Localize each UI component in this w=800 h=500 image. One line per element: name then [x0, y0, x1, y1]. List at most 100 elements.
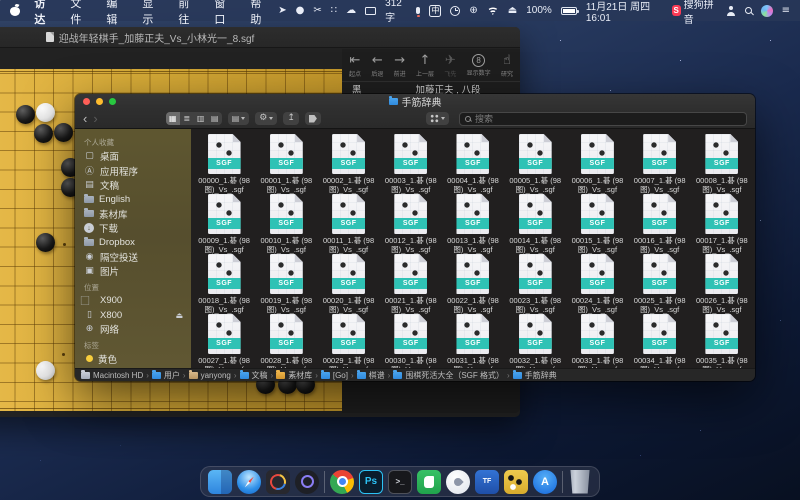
path-item-6[interactable]: 棋谱 [357, 370, 385, 381]
menu-item-0[interactable]: 访达 [34, 0, 54, 27]
column-view-button[interactable]: ▥ [194, 112, 208, 125]
file-item[interactable]: SGF00010_1.碁 (98图)_Vs_.sgf [255, 191, 317, 251]
path-item-3[interactable]: 文稿 [240, 370, 268, 381]
sogou-status-icon[interactable]: S搜狗拼音 [672, 0, 717, 26]
finder-dock-icon[interactable] [208, 470, 232, 494]
eject-status-icon[interactable]: ⏏ [508, 6, 517, 16]
file-item[interactable]: SGF00017_1.碁 (98图)_Vs_.sgf [691, 191, 753, 251]
sidebar-item-素材库[interactable]: 素材库 [84, 207, 191, 221]
sidebar-item-应用程序[interactable]: Ⓐ应用程序 [84, 163, 191, 177]
file-item[interactable]: SGF00016_1.碁 (98图)_Vs_.sgf [629, 191, 691, 251]
file-item[interactable]: SGF00003_1.碁 (98图)_Vs_.sgf [380, 131, 442, 191]
drop-app-dock-icon[interactable] [446, 470, 470, 494]
list-view-button[interactable]: ≣ [180, 112, 194, 125]
group-by-button[interactable]: ▤ [228, 112, 250, 125]
file-item[interactable]: SGF00027_1.碁 (98图)_Vs_.sgf [193, 311, 255, 368]
sidebar-item-X800[interactable]: ▯X800⏏ [84, 308, 191, 322]
menu-item-6[interactable]: 帮助 [250, 0, 270, 27]
safari-dock-icon[interactable] [237, 470, 261, 494]
path-item-1[interactable]: 用户 [152, 370, 180, 381]
scissors-status-icon[interactable]: ✂ [313, 6, 321, 16]
back-button[interactable]: ‹ [83, 114, 87, 124]
status-text-6[interactable]: 312字 [385, 0, 407, 24]
gallery-view-button[interactable]: ▤ [208, 112, 222, 125]
tags-button[interactable] [305, 112, 321, 125]
evernote-dock-icon[interactable] [417, 470, 441, 494]
share-button[interactable]: ↥ [283, 112, 299, 125]
photoshop-dock-icon[interactable]: Ps [359, 470, 383, 494]
search-field[interactable] [459, 112, 747, 126]
file-item[interactable]: SGF00028_1.碁 (98图)_Vs_.sgf [255, 311, 317, 368]
menu-item-5[interactable]: 窗口 [214, 0, 234, 27]
trash-dock-icon[interactable] [568, 470, 592, 494]
sidebar-item-Dropbox[interactable]: Dropbox [84, 235, 191, 249]
file-item[interactable]: SGF00029_1.碁 (98图)_Vs_.sgf [317, 311, 379, 368]
utility-app-dock-icon[interactable] [295, 470, 319, 494]
file-item[interactable]: SGF00009_1.碁 (98图)_Vs_.sgf [193, 191, 255, 251]
terminal-dock-icon[interactable]: >_ [388, 470, 412, 494]
file-item[interactable]: SGF00032_1.碁 (98图)_Vs_.sgf [504, 311, 566, 368]
zoom-button[interactable] [109, 98, 116, 105]
menu-item-3[interactable]: 显示 [142, 0, 162, 27]
apple-menu-icon[interactable] [10, 5, 20, 16]
file-item[interactable]: SGF00004_1.碁 (98图)_Vs_.sgf [442, 131, 504, 191]
sidebar-item-网络[interactable]: ⊕网络 [84, 322, 191, 336]
finder-titlebar[interactable]: 手筋辞典 [75, 94, 755, 109]
file-item[interactable]: SGF00019_1.碁 (98图)_Vs_.sgf [255, 251, 317, 311]
cloud-upload-status-icon[interactable]: ☁ [346, 6, 356, 16]
minimize-button[interactable] [96, 98, 103, 105]
status-text-13[interactable]: 100% [526, 5, 552, 16]
file-item[interactable]: SGF00033_1.碁 (98图)_Vs_.sgf [566, 311, 628, 368]
file-item[interactable]: SGF00030_1.碁 (98图)_Vs_.sgf [380, 311, 442, 368]
go-up-button[interactable]: ↑上一层 [416, 54, 434, 78]
user-status-icon[interactable] [726, 6, 736, 16]
sidebar-item-X900[interactable]: ⃞X900 [84, 294, 191, 308]
go-number-button[interactable]: 8显示数字 [467, 54, 491, 78]
file-item[interactable]: SGF00013_1.碁 (98图)_Vs_.sgf [442, 191, 504, 251]
menu-item-1[interactable]: 文件 [70, 0, 90, 27]
go-plane-button[interactable]: ✈飞先 [444, 54, 456, 78]
location-arrow-status-icon[interactable]: ➤ [278, 6, 286, 16]
siri-status-icon[interactable] [761, 5, 773, 17]
crosshair-status-icon[interactable]: ⊕ [469, 6, 477, 16]
status-text-15[interactable]: 11月21日 周四 16:01 [586, 0, 663, 24]
file-item[interactable]: SGF00035_1.碁 (98图)_Vs_.sgf [691, 311, 753, 368]
file-item[interactable]: SGF00008_1.碁 (98图)_Vs_.sgf [691, 131, 753, 191]
forward-button[interactable]: › [93, 114, 97, 124]
file-item[interactable]: SGF00022_1.碁 (98图)_Vs_.sgf [442, 251, 504, 311]
menu-item-2[interactable]: 编辑 [106, 0, 126, 27]
file-item[interactable]: SGF00002_1.碁 (98图)_Vs_.sgf [317, 131, 379, 191]
battery-status-icon[interactable] [561, 7, 577, 15]
file-item[interactable]: SGF00025_1.碁 (98图)_Vs_.sgf [629, 251, 691, 311]
sidebar-item-图片[interactable]: ▣图片 [84, 264, 191, 278]
file-item[interactable]: SGF00026_1.碁 (98图)_Vs_.sgf [691, 251, 753, 311]
go-hand-button[interactable]: ☝研究 [501, 54, 513, 78]
file-item[interactable]: SGF00021_1.碁 (98图)_Vs_.sgf [380, 251, 442, 311]
file-item[interactable]: SGF00014_1.碁 (98图)_Vs_.sgf [504, 191, 566, 251]
eject-icon[interactable]: ⏏ [175, 311, 183, 320]
file-item[interactable]: SGF00024_1.碁 (98图)_Vs_.sgf [566, 251, 628, 311]
dots-grid-status-icon[interactable]: ∷ [331, 6, 337, 16]
path-item-0[interactable]: Macintosh HD [81, 371, 143, 380]
search-input[interactable] [475, 114, 741, 124]
file-item[interactable]: SGF00006_1.碁 (98图)_Vs_.sgf [566, 131, 628, 191]
go-back-button[interactable]: ←后退 [371, 54, 383, 78]
sidebar-item-桌面[interactable]: ▢桌面 [84, 149, 191, 163]
sidebar-item-文稿[interactable]: ▤文稿 [84, 178, 191, 192]
microphone-status-icon[interactable] [416, 7, 420, 14]
file-item[interactable]: SGF00012_1.碁 (98图)_Vs_.sgf [380, 191, 442, 251]
clock-status-icon[interactable] [450, 6, 460, 16]
file-item[interactable]: SGF00018_1.碁 (98图)_Vs_.sgf [193, 251, 255, 311]
path-item-7[interactable]: 围棋死活大全（SGF 格式） [393, 370, 504, 381]
sidebar-item-English[interactable]: English [84, 192, 191, 206]
file-item[interactable]: SGF00000_1.碁 (98图)_Vs_.sgf [193, 131, 255, 191]
sidebar-item-黄色[interactable]: 黄色 [84, 352, 191, 366]
go-window-titlebar[interactable]: 迎战年轻棋手_加藤正夫_Vs_小林光一_8.sgf [0, 27, 520, 48]
tag-view-button[interactable] [426, 112, 449, 125]
file-item[interactable]: SGF00015_1.碁 (98图)_Vs_.sgf [566, 191, 628, 251]
file-item[interactable]: SGF00023_1.碁 (98图)_Vs_.sgf [504, 251, 566, 311]
file-item[interactable]: SGF00020_1.碁 (98图)_Vs_.sgf [317, 251, 379, 311]
path-item-5[interactable]: [Go] [321, 371, 348, 380]
go-app-dock-icon[interactable] [504, 470, 528, 494]
go-start-button[interactable]: ⇤起点 [349, 54, 361, 78]
